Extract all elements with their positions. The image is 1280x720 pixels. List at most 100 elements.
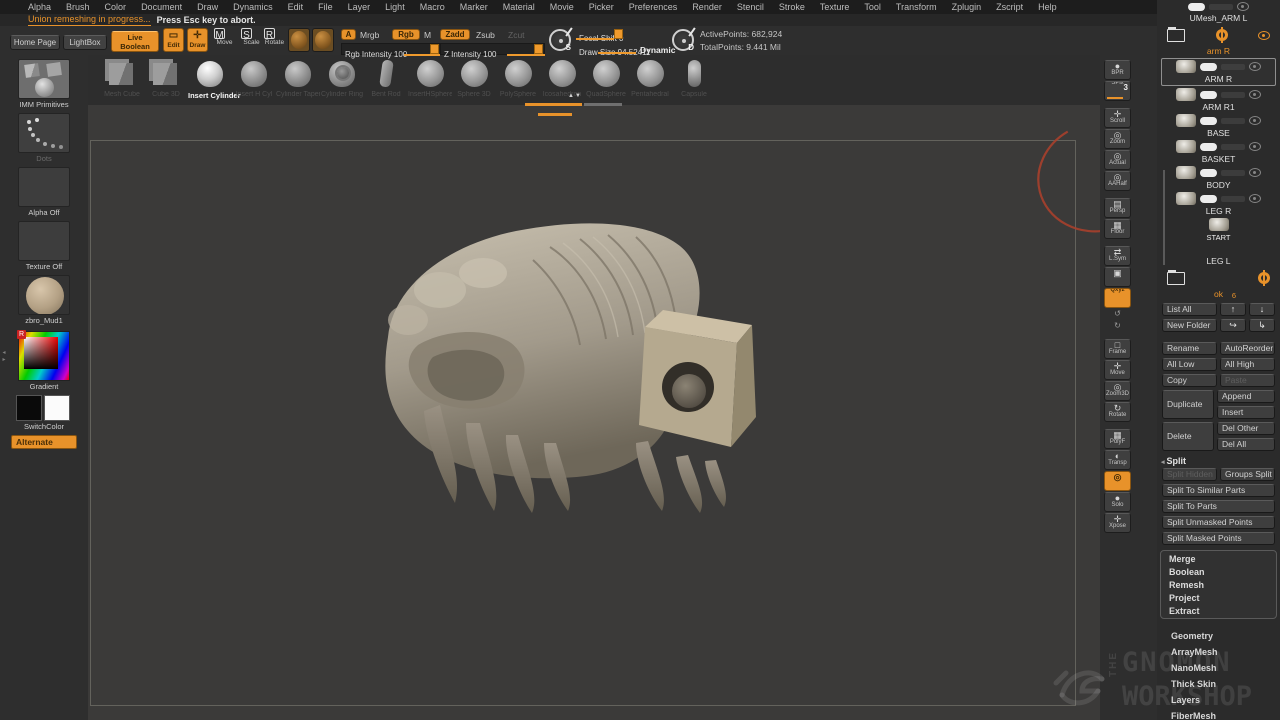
menu-item[interactable]: Preferences — [629, 2, 678, 12]
eye-icon[interactable] — [1249, 116, 1261, 125]
dynamic-label[interactable]: Dynamic — [640, 45, 675, 55]
merge-group-item[interactable]: Project — [1161, 591, 1276, 604]
draw-size-slider[interactable]: Draw Size 94.52411 — [576, 42, 636, 54]
shelf-button[interactable]: ◎ AAHalf — [1104, 171, 1131, 191]
menu-item[interactable]: Document — [141, 2, 182, 12]
eye-icon[interactable] — [1249, 194, 1261, 203]
shelf-button[interactable]: □ Frame — [1104, 339, 1131, 359]
merge-group-item[interactable]: Merge — [1161, 552, 1276, 565]
shelf-button[interactable]: ◎ Zoom — [1104, 129, 1131, 149]
left-tray-item[interactable]: IMM Primitives — [14, 59, 74, 109]
menu-item[interactable]: Draw — [197, 2, 218, 12]
new-folder-button[interactable]: New Folder — [1162, 319, 1217, 332]
subtool-item[interactable]: UMesh_ARM L — [1157, 0, 1280, 24]
menu-item[interactable]: Light — [385, 2, 405, 12]
m-label[interactable]: M — [424, 30, 431, 40]
menu-item[interactable]: Zscript — [996, 2, 1023, 12]
subtool-thumbnail[interactable] — [1176, 114, 1196, 127]
menu-item[interactable]: Material — [503, 2, 535, 12]
menu-item[interactable]: Dynamics — [233, 2, 273, 12]
shelf-button[interactable]: ↻ Rotate — [1104, 402, 1131, 422]
all-high-button[interactable]: All High — [1220, 358, 1275, 371]
polypaint-toggle[interactable] — [1200, 63, 1217, 71]
subtool-item[interactable]: BASE — [1157, 113, 1280, 139]
brush-thumbnail[interactable]: Cylinder Taper — [276, 55, 320, 105]
shelf-button[interactable]: ✛ Xpose — [1104, 513, 1131, 533]
split-unmasked-button[interactable]: Split Unmasked Points — [1162, 516, 1275, 529]
polypaint-toggle[interactable] — [1200, 91, 1217, 99]
shelf-button[interactable]: SPix 3 — [1104, 81, 1131, 101]
shelf-button[interactable]: ⇄ L.Sym — [1104, 246, 1131, 266]
left-tray-item[interactable]: zbro_Mud1 — [14, 275, 74, 325]
polypaint-toggle[interactable] — [1200, 143, 1217, 151]
brush-thumbnail[interactable]: Cube 3D — [144, 55, 188, 105]
subtool-item[interactable]: LEG L — [1157, 243, 1280, 267]
color-picker[interactable]: R Gradient — [14, 331, 74, 391]
merge-group-item[interactable]: Remesh — [1161, 578, 1276, 591]
menu-item[interactable]: Movie — [550, 2, 574, 12]
edit-button[interactable]: ▭ Edit — [163, 28, 184, 52]
menu-item[interactable]: Marker — [460, 2, 488, 12]
subtool-option-icons[interactable] — [1221, 64, 1245, 70]
material-thumbnail-1[interactable] — [288, 28, 310, 52]
gradient-picker[interactable]: R — [18, 331, 70, 381]
tool-section-header[interactable]: NanoMesh — [1157, 660, 1280, 676]
eye-icon[interactable] — [1237, 2, 1249, 11]
shelf-button[interactable]: ▤ Persp — [1104, 198, 1131, 218]
zadd-toggle[interactable]: Zadd — [440, 29, 470, 40]
insert-button[interactable]: Insert — [1217, 406, 1275, 419]
shelf-button[interactable]: ◎ Actual — [1104, 150, 1131, 170]
main-color-swatch[interactable] — [16, 395, 42, 421]
split-masked-button[interactable]: Split Masked Points — [1162, 532, 1275, 545]
menu-item[interactable]: Edit — [288, 2, 304, 12]
subtool-item[interactable]: BODY — [1157, 165, 1280, 191]
subtool-item[interactable]: arm R — [1157, 24, 1280, 57]
shelf-button[interactable]: ↺ — [1104, 309, 1131, 320]
move-up-button[interactable]: ↑ — [1220, 303, 1246, 316]
menu-item[interactable]: Color — [105, 2, 127, 12]
menu-item[interactable]: Render — [692, 2, 722, 12]
subtool-item[interactable]: ARM R — [1161, 58, 1276, 86]
tool-section-header[interactable]: Layers — [1157, 692, 1280, 708]
shelf-button[interactable]: ● BPR — [1104, 60, 1131, 80]
live-boolean-button[interactable]: Live Boolean — [111, 31, 159, 52]
lightbox-button[interactable]: LightBox — [63, 35, 107, 50]
subtool-thumbnail[interactable] — [1176, 88, 1196, 101]
subtool-option-icons[interactable] — [1221, 92, 1245, 98]
subtool-thumbnail[interactable] — [1176, 60, 1196, 73]
brush-thumbnail[interactable]: PolySphere — [496, 55, 540, 105]
home-page-button[interactable]: Home Page — [10, 35, 60, 50]
subtool-item[interactable]: ok 6 — [1157, 267, 1280, 300]
folder-icon[interactable] — [1167, 29, 1185, 42]
delete-button[interactable]: Delete — [1162, 422, 1214, 451]
shelf-button[interactable]: ● Solo — [1104, 492, 1131, 512]
subtool-option-icons[interactable] — [1221, 144, 1245, 150]
left-tray-thumbnail[interactable] — [18, 167, 70, 207]
menu-item[interactable]: Picker — [589, 2, 614, 12]
menu-item[interactable]: Layer — [348, 2, 371, 12]
brush-thumbnail[interactable]: Sphere 3D — [452, 55, 496, 105]
menu-item[interactable]: File — [318, 2, 333, 12]
shelf-button[interactable]: ◐ Transp — [1104, 450, 1131, 470]
duplicate-button[interactable]: Duplicate — [1162, 390, 1214, 419]
stroke-picker-icon[interactable]: S — [549, 29, 571, 51]
brush-thumbnail[interactable]: QuadSphere — [584, 55, 628, 105]
material-thumbnail-2[interactable] — [312, 28, 334, 52]
left-tray-thumbnail[interactable] — [18, 59, 70, 99]
copy-button[interactable]: Copy — [1162, 374, 1217, 387]
scale-button[interactable]: S Scale — [241, 28, 262, 52]
brush-thumbnail[interactable]: Cylinder Ring — [320, 55, 364, 105]
left-tray-item[interactable]: Texture Off — [14, 221, 74, 271]
brush-thumbnail[interactable]: Insert H Cyl — [232, 55, 276, 105]
brush-thumbnail[interactable]: Insert Cylinder — [188, 55, 232, 105]
shelf-button[interactable]: ▣ — [1104, 267, 1131, 287]
eye-icon[interactable] — [1258, 31, 1270, 40]
a-toggle[interactable]: A — [341, 29, 356, 40]
rgb-intensity-slider[interactable]: Rgb Intensity 100 — [341, 43, 441, 55]
spix-mini-slider[interactable] — [1107, 97, 1123, 99]
move-button[interactable]: M Move — [214, 28, 235, 52]
tool-section-header[interactable]: Thick Skin — [1157, 676, 1280, 692]
rename-button[interactable]: Rename — [1162, 342, 1217, 355]
shelf-button[interactable]: ◎ Zoom3D — [1104, 381, 1131, 401]
del-all-button[interactable]: Del All — [1217, 438, 1275, 451]
